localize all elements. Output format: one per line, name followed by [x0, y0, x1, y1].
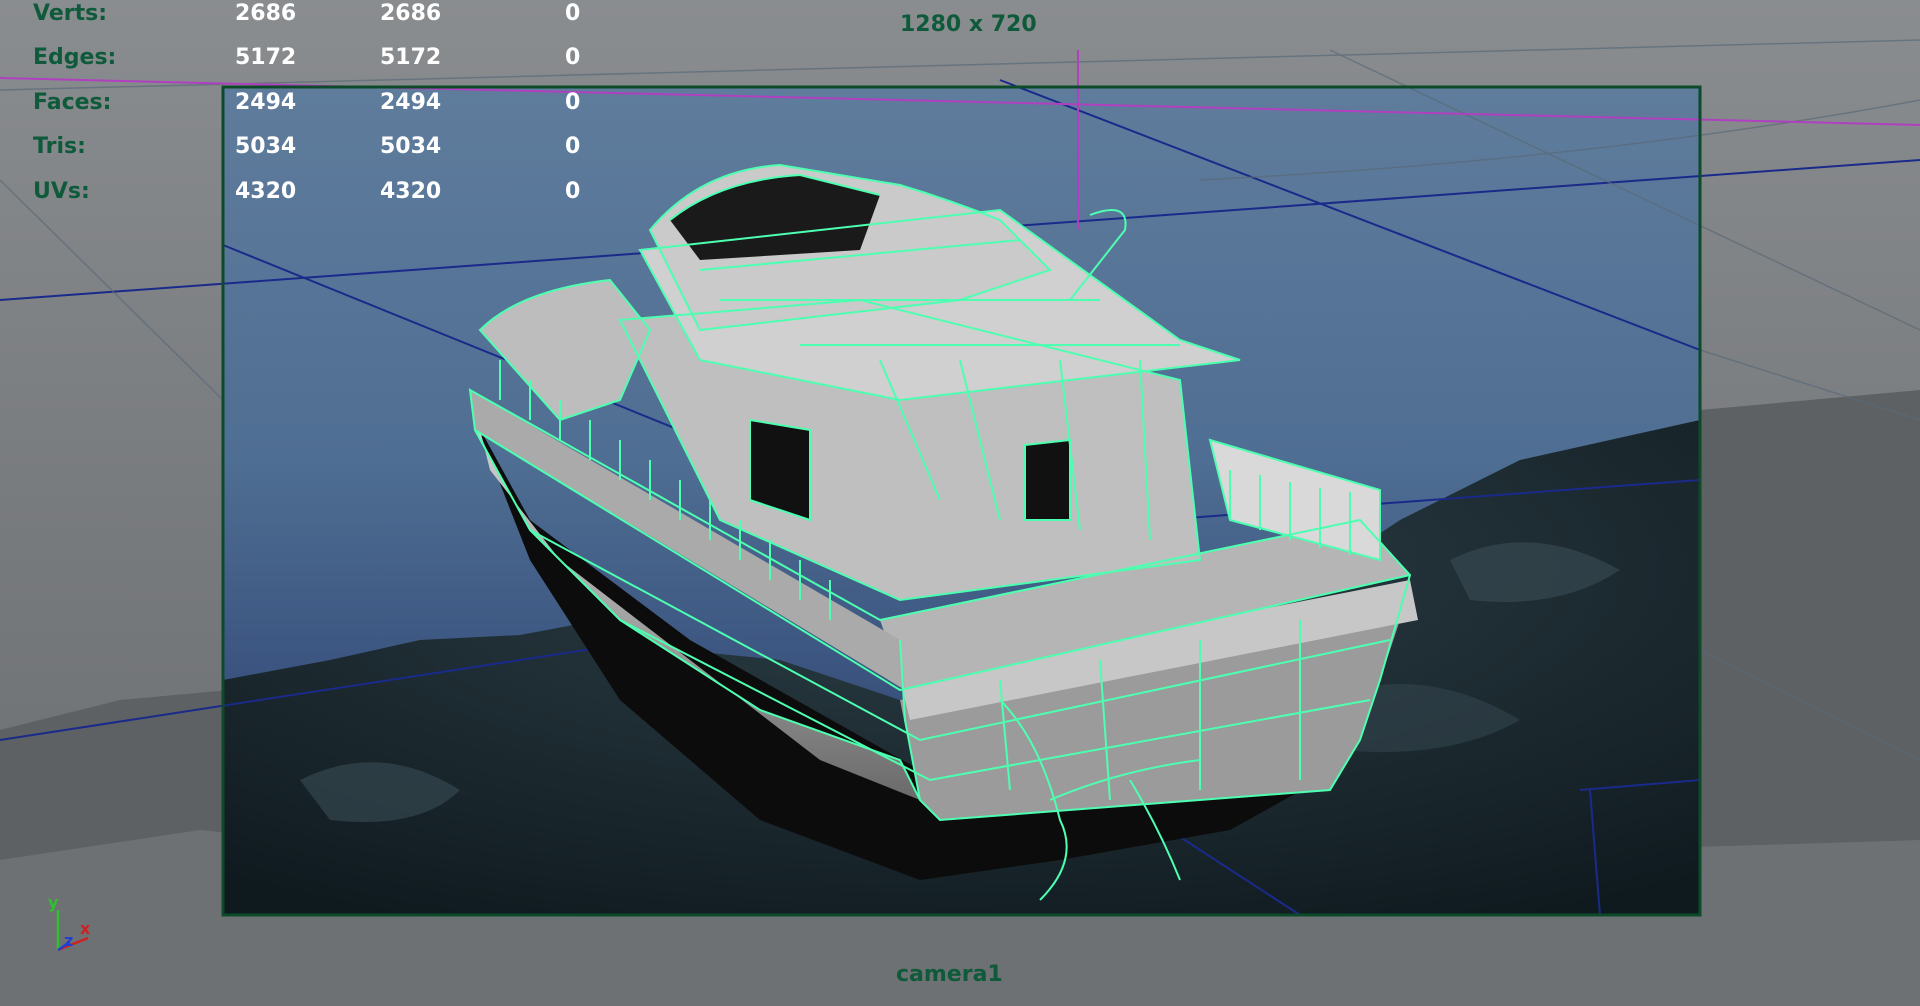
3d-viewport[interactable]: Verts: 2686 2686 0 Edges: 5172 5172 0 Fa… — [0, 0, 1920, 1006]
hud-tris-component: 0 — [565, 134, 581, 159]
hud-label-verts: Verts: — [33, 1, 108, 26]
axis-y-label: y — [48, 893, 59, 912]
hud-verts-selected: 2686 — [380, 1, 442, 26]
hud-uvs-value: 4320 — [235, 179, 297, 204]
hud-verts-value: 2686 — [235, 1, 297, 26]
axis-z-label: z — [64, 931, 73, 950]
hud-verts-component: 0 — [565, 1, 581, 26]
axis-x-label: x — [80, 919, 91, 938]
hud-faces-component: 0 — [565, 90, 581, 115]
hud-uvs-selected: 4320 — [380, 179, 442, 204]
hud-edges-value: 5172 — [235, 45, 297, 70]
resolution-gate-label: 1280 x 720 — [900, 12, 1037, 37]
hud-edges-component: 0 — [565, 45, 581, 70]
hud-tris-value: 5034 — [235, 134, 297, 159]
hud-tris-selected: 5034 — [380, 134, 442, 159]
axis-indicator-icon: y z x — [48, 893, 91, 952]
camera-name-label: camera1 — [896, 962, 1003, 987]
cabin-door — [1025, 440, 1070, 520]
hud-label-tris: Tris: — [33, 134, 86, 159]
hud-faces-selected: 2494 — [380, 90, 442, 115]
hud-label-uvs: UVs: — [33, 179, 90, 204]
hud-label-edges: Edges: — [33, 45, 117, 70]
hud-label-faces: Faces: — [33, 90, 112, 115]
hud-uvs-component: 0 — [565, 179, 581, 204]
hud-faces-value: 2494 — [235, 90, 297, 115]
hud-edges-selected: 5172 — [380, 45, 442, 70]
